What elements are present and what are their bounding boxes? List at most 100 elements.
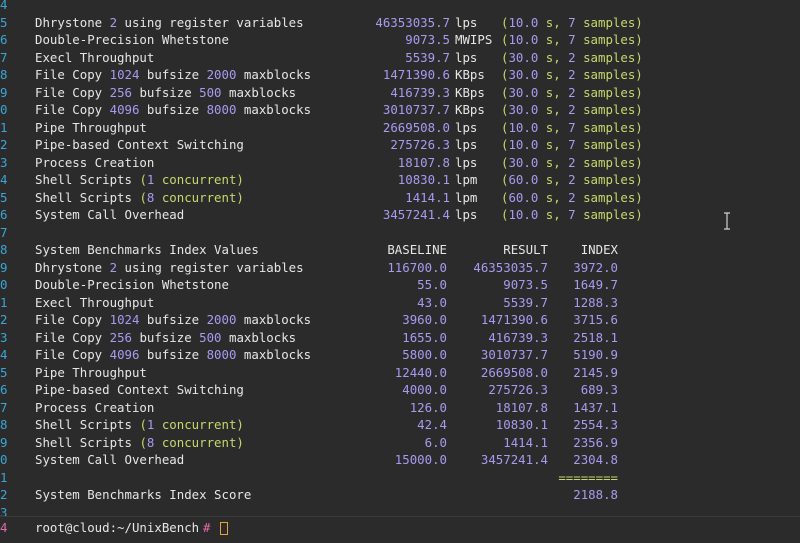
benchmark-name: System Call Overhead [35,451,184,469]
result-row: 0 File Copy 4096 bufsize 8000 maxblocks 30… [0,101,800,119]
timing-text: samples) [575,84,643,100]
name-fragment: 2 [109,259,118,275]
index-value: 1437.1 [573,399,618,415]
line-number: 9 [0,84,8,100]
timing-text: s, [538,49,569,65]
index-value: 2518.1 [573,329,618,345]
result-unit: KBps [455,67,485,82]
index-title: System Benchmarks Index Values [35,242,259,257]
index-value: 3715.6 [573,312,618,327]
result-value: 46353035.7 [473,259,548,275]
timing-value: 2 [568,67,576,82]
timing-value: 30.0 [508,49,539,65]
name-fragment: using register variables [117,259,304,275]
benchmark-name: Process Creation [35,399,154,417]
name-fragment: System Call Overhead [35,452,185,467]
result-value: 1471390.6 [480,312,548,327]
separator-line: 1 ======== [0,469,800,487]
result-value: 416739.3 [488,329,548,345]
name-fragment: Pipe Throughput [35,119,147,135]
name-fragment: File Copy [35,347,110,362]
blank-line: 7 [0,224,800,242]
timing-text: s, [538,172,569,187]
baseline-value: 55.0 [417,277,447,292]
terminal-cursor[interactable] [220,522,228,535]
result-value: 18107.8 [397,154,450,170]
name-fragment: ( [139,434,147,450]
name-fragment: Execl Throughput [35,49,155,65]
timing-value: 10.0 [508,207,539,222]
timing-value: 30.0 [508,102,539,117]
benchmark-name: Process Creation [35,154,154,172]
terminal-window[interactable]: 4 5 Dhrystone 2 using register variables 46… [0,0,800,543]
benchmark-name: Pipe-based Context Switching [35,136,244,154]
timing-value: 7 [568,207,576,222]
result-row: 6 System Call Overhead 3457241.4 lps (10.0 s… [0,206,800,224]
line-number: 2 [0,137,8,152]
name-fragment: bufsize [139,67,207,82]
baseline-value: 1655.0 [402,329,447,345]
prompt-line[interactable]: 4 root@cloud:~/UnixBench # [0,519,800,537]
result-value: 2669508.0 [480,364,548,380]
name-fragment: bufsize [139,347,207,362]
result-value: 3010737.7 [382,102,450,117]
line-number: 8 [0,242,8,257]
name-fragment: System Call Overhead [35,207,185,222]
line-number: 4 [0,0,8,12]
result-row: 5 Dhrystone 2 using register variables 463… [0,14,800,32]
result-value: 10830.1 [397,172,450,187]
benchmark-name: File Copy 1024 bufsize 2000 maxblocks [35,66,311,84]
baseline-value: 3960.0 [402,312,447,327]
name-fragment: Shell Scripts [35,434,140,450]
timing-text: samples) [575,67,643,82]
index-row: 5 Pipe Throughput 12440.0 2669508.0 2145.9 [0,364,800,382]
index-header-label: INDEX [580,242,618,257]
line-number: 2 [0,487,8,502]
name-fragment: ( [139,189,147,205]
result-value: 9073.5 [405,32,450,47]
line-number: 0 [0,102,8,117]
name-fragment: concurrent) [154,189,244,205]
name-fragment: Double-Precision Whetstone [35,277,229,292]
timing-value: 7 [568,32,576,47]
line-number: 9 [0,259,8,275]
result-unit: KBps [455,84,485,100]
baseline-value: 12440.0 [394,364,447,380]
line-number: 2 [0,312,8,327]
name-fragment: File Copy [35,329,110,345]
name-fragment: 2000 [206,312,237,327]
name-fragment: Shell Scripts [35,189,140,205]
timing-value: 10.0 [508,137,539,152]
benchmark-name: Shell Scripts (1 concurrent) [35,171,244,189]
score-value: 2188.8 [573,487,618,502]
timing-text: samples) [575,189,643,205]
timing-value: 30.0 [508,67,539,82]
name-fragment: File Copy [35,312,110,327]
baseline-value: 116700.0 [387,259,447,275]
result-value: 5539.7 [405,49,450,65]
index-value: 5190.9 [573,347,618,362]
name-fragment: bufsize [132,84,200,100]
line-number: 1 [0,119,8,135]
line-number: 0 [0,277,8,292]
line-number: 6 [0,207,8,222]
result-timing: (30.0 s, 2 samples) [501,101,643,119]
benchmark-name: System Call Overhead [35,206,184,224]
name-fragment: bufsize [132,329,200,345]
index-value: 3972.0 [573,259,618,275]
timing-value: 10.0 [508,119,539,135]
line-number: 7 [0,399,8,415]
benchmark-name: Double-Precision Whetstone [35,31,229,49]
result-unit: lps [455,207,478,222]
timing-value: 7 [568,14,576,30]
timing-text: s, [538,102,569,117]
result-unit: lps [455,154,478,170]
benchmark-name: File Copy 4096 bufsize 8000 maxblocks [35,101,311,119]
timing-value: 2 [568,84,576,100]
name-fragment: 8000 [206,102,237,117]
prompt-user-host: root@cloud:~/UnixBench [35,520,200,535]
result-value: 1414.1 [405,189,450,205]
index-row: 6 Pipe-based Context Switching 4000.0 27572… [0,381,800,399]
result-value: 9073.5 [503,277,548,292]
benchmark-name: File Copy 256 bufsize 500 maxblocks [35,329,296,347]
